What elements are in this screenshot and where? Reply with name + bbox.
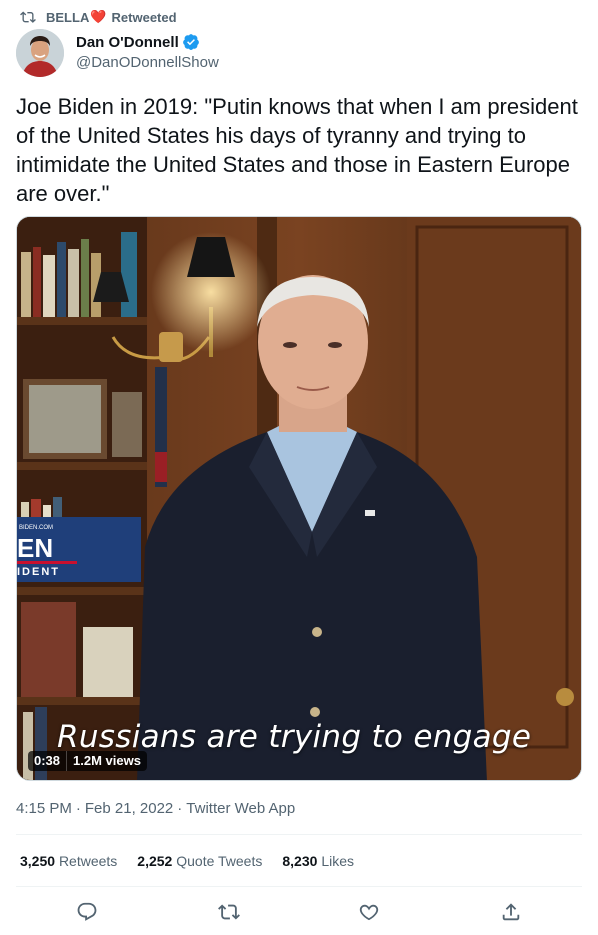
retweeter-name[interactable]: BELLA bbox=[46, 10, 89, 25]
action-bar bbox=[0, 897, 598, 927]
quote-tweets-label: Quote Tweets bbox=[176, 853, 263, 869]
video-player[interactable]: BIDEN.COM EN IDENT Russians are trying t… bbox=[16, 216, 582, 781]
like-button[interactable] bbox=[354, 897, 384, 927]
video-duration: 0:38 bbox=[28, 751, 67, 771]
retweet-button[interactable] bbox=[214, 897, 244, 927]
tweet-date[interactable]: Feb 21, 2022 bbox=[85, 800, 173, 817]
author-block: Dan O'Donnell @DanODonnellShow bbox=[76, 33, 219, 72]
share-icon bbox=[502, 903, 520, 921]
retweet-icon bbox=[218, 904, 240, 920]
verified-icon bbox=[182, 34, 199, 50]
video-meta: 0:38 1.2M views bbox=[28, 751, 147, 771]
retweeted-label: Retweeted bbox=[111, 9, 177, 25]
likes-label: Likes bbox=[321, 853, 354, 869]
retweet-icon bbox=[20, 11, 36, 23]
quote-tweets-stat[interactable]: 2,252 Quote Tweets bbox=[137, 853, 262, 869]
reply-icon bbox=[77, 902, 97, 921]
retweet-context[interactable]: BELLA ❤️ Retweeted bbox=[20, 8, 177, 26]
quote-tweets-count: 2,252 bbox=[137, 853, 173, 869]
divider bbox=[16, 834, 582, 835]
sign-small: IDENT bbox=[17, 566, 60, 578]
retweets-count: 3,250 bbox=[20, 853, 56, 869]
meta-separator: · bbox=[75, 800, 81, 817]
likes-count: 8,230 bbox=[282, 853, 318, 869]
sign-big: EN bbox=[17, 533, 53, 563]
video-frame: BIDEN.COM EN IDENT bbox=[17, 217, 581, 780]
video-views: 1.2M views bbox=[66, 751, 147, 771]
divider bbox=[16, 886, 582, 887]
author-name[interactable]: Dan O'Donnell bbox=[76, 34, 179, 51]
tweet-meta: 4:15 PM · Feb 21, 2022 · Twitter Web App bbox=[16, 800, 295, 817]
reply-button[interactable] bbox=[72, 897, 102, 927]
tweet-stats: 3,250 Retweets 2,252 Quote Tweets 8,230 … bbox=[20, 853, 374, 869]
heart-emoji: ❤️ bbox=[90, 9, 107, 24]
video-caption: Russians are trying to engage bbox=[57, 719, 532, 755]
like-icon bbox=[359, 904, 379, 921]
author-handle[interactable]: @DanODonnellShow bbox=[76, 54, 219, 71]
meta-separator: · bbox=[177, 800, 183, 817]
retweets-stat[interactable]: 3,250 Retweets bbox=[20, 853, 117, 869]
share-button[interactable] bbox=[496, 897, 526, 927]
sign-url: BIDEN.COM bbox=[19, 525, 53, 531]
likes-stat[interactable]: 8,230 Likes bbox=[282, 853, 354, 869]
tweet-source[interactable]: Twitter Web App bbox=[186, 800, 295, 817]
tweet-text: Joe Biden in 2019: "Putin knows that whe… bbox=[16, 94, 578, 206]
avatar[interactable] bbox=[16, 29, 64, 77]
retweets-label: Retweets bbox=[58, 853, 118, 869]
tweet-time[interactable]: 4:15 PM bbox=[16, 800, 72, 817]
